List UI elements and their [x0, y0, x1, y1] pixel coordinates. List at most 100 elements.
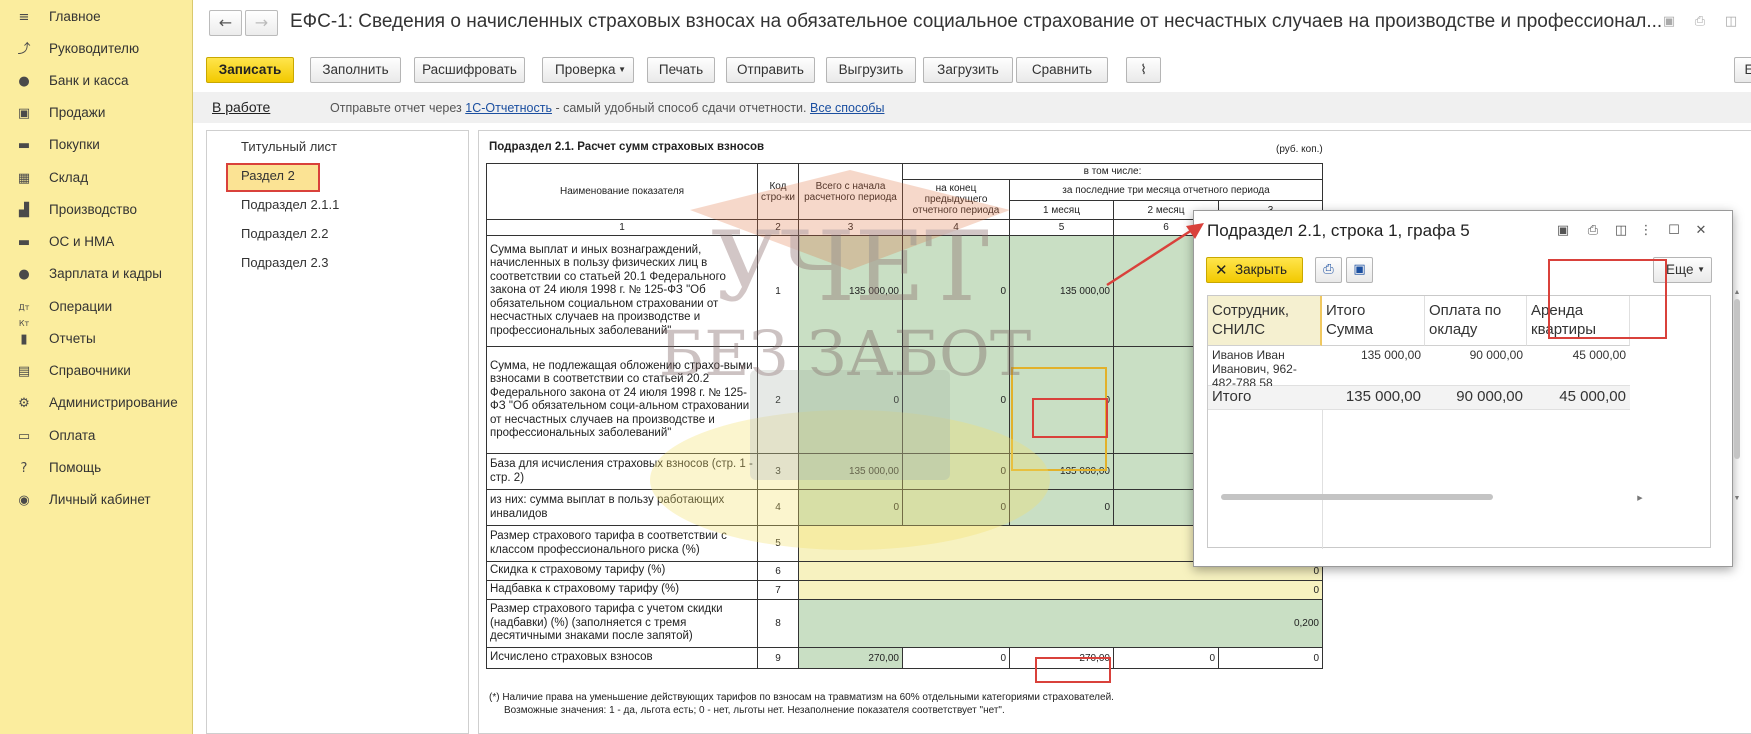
col-number: 5	[1009, 219, 1114, 236]
info-bar: В работе Отправьте отчет через 1С-Отчетн…	[193, 92, 1751, 123]
save-icon[interactable]: ▣	[1554, 223, 1572, 241]
fill-button[interactable]: Заполнить	[310, 57, 401, 83]
save-file-button[interactable]: ▣	[1346, 257, 1373, 283]
sidebar-item-account[interactable]: ◉ Личный кабинет	[0, 486, 193, 516]
maximize-icon[interactable]: ☐	[1665, 223, 1683, 241]
horizontal-scrollbar[interactable]: ▶	[1217, 493, 1644, 501]
print-button[interactable]: ⎙	[1315, 257, 1342, 283]
upload-button[interactable]: Выгрузить	[826, 57, 916, 83]
decode-button[interactable]: Расшифровать	[414, 57, 525, 83]
col-salary-header[interactable]: Оплата по окладу	[1425, 296, 1527, 346]
forward-button[interactable]: →	[245, 10, 278, 36]
row-name: База для исчисления страховых взносов (с…	[486, 453, 758, 490]
more-toolbar-button[interactable]: Е	[1734, 57, 1751, 83]
cell-value[interactable]: 0	[902, 647, 1010, 669]
save-button[interactable]: Записать	[206, 57, 294, 83]
cell-value[interactable]: 0	[1113, 647, 1219, 669]
sidebar-item-operations[interactable]: Дт Кт Операции	[0, 293, 193, 328]
back-button[interactable]: ←	[209, 10, 242, 36]
status-link[interactable]: В работе	[212, 99, 270, 115]
print-icon[interactable]: ⎙	[1692, 14, 1708, 30]
sidebar-item-sales[interactable]: ▣ Продажи	[0, 99, 193, 129]
col-employee-header[interactable]: Сотрудник, СНИЛС	[1208, 296, 1322, 346]
cell-value[interactable]: 0	[902, 235, 1010, 347]
sidebar-item-production[interactable]: ▟ Производство	[0, 196, 193, 226]
tree-item-subsection-2-3[interactable]: Подраздел 2.3	[241, 255, 329, 270]
sidebar-item-bank[interactable]: ● Банк и касса	[0, 67, 193, 97]
sidebar-item-warehouse[interactable]: ▦ Склад	[0, 164, 193, 194]
rent-cell: 45 000,00	[1572, 348, 1626, 362]
row-code: 6	[757, 561, 799, 581]
sidebar-item-catalogs[interactable]: ▤ Справочники	[0, 357, 193, 387]
tree-item-subsection-2-2[interactable]: Подраздел 2.2	[241, 226, 329, 241]
1c-reporting-link[interactable]: 1С-Отчетность	[465, 101, 552, 115]
totals-rent: 45 000,00	[1559, 388, 1626, 405]
col-number: 3	[798, 219, 903, 236]
tree-item-subsection-2-1-1[interactable]: Подраздел 2.1.1	[241, 197, 339, 212]
cell-value[interactable]: 0	[798, 489, 903, 526]
more-vert-icon[interactable]: ⋮	[1637, 223, 1655, 241]
attach-button[interactable]: ⌇	[1126, 57, 1161, 83]
cell-value[interactable]: 0	[798, 346, 903, 454]
sidebar-item-main[interactable]: ≡ Главное	[0, 3, 193, 33]
cell-value[interactable]: 135 000,00	[1009, 235, 1114, 347]
all-methods-link[interactable]: Все способы	[810, 101, 884, 115]
send-button[interactable]: Отправить	[726, 57, 815, 83]
sidebar-item-help[interactable]: ? Помощь	[0, 454, 193, 484]
row-code: 5	[757, 525, 799, 562]
save-icon[interactable]: ▣	[1661, 14, 1677, 30]
totals-label: Итого	[1212, 388, 1252, 405]
cell-value[interactable]: 270,00	[798, 647, 903, 669]
table-row[interactable]: Иванов Иван Иванович, 962-482-788 58 135…	[1208, 346, 1630, 390]
totals-total: 135 000,00	[1345, 388, 1421, 405]
cell-value[interactable]: 0	[902, 453, 1010, 490]
load-button[interactable]: Загрузить	[923, 57, 1013, 83]
tree-item-title-page[interactable]: Титульный лист	[241, 139, 337, 154]
sidebar-item-purchases[interactable]: ▬ Покупки	[0, 131, 193, 161]
check-dropdown[interactable]: Проверка ▼	[542, 57, 634, 83]
cell-value[interactable]: 0	[902, 489, 1010, 526]
cell-value[interactable]: 0,200	[798, 599, 1323, 648]
row-name: Сумма выплат и иных вознаграждений, начи…	[486, 235, 758, 347]
cell-value[interactable]: 135 000,00	[798, 235, 903, 347]
preview-icon[interactable]: ◫	[1612, 223, 1630, 241]
page-title: ЕФС-1: Сведения о начисленных страховых …	[290, 11, 1663, 32]
row-name: из них: сумма выплат в пользу работающих…	[486, 489, 758, 526]
close-icon[interactable]: ✕	[1692, 223, 1710, 241]
cell-value[interactable]: 0	[1218, 647, 1323, 669]
floppy-icon: ▣	[1353, 262, 1366, 277]
highlight-box	[1548, 259, 1667, 339]
vertical-scrollbar[interactable]: ▲ ▼	[1732, 287, 1742, 502]
sidebar-item-salary[interactable]: ● Зарплата и кадры	[0, 260, 193, 290]
sidebar-item-reports[interactable]: ▮ Отчеты	[0, 325, 193, 355]
close-button[interactable]: ✕ Закрыть	[1206, 257, 1303, 283]
menu-icon: ≡	[18, 10, 30, 25]
table-row: Надбавка к страховому тарифу (%) 7 0	[486, 580, 1323, 600]
cell-value[interactable]: 0	[902, 346, 1010, 454]
tree-item-section-2[interactable]: Раздел 2	[241, 168, 295, 183]
factory-icon: ▟	[19, 203, 29, 218]
grid-icon: ▦	[17, 171, 31, 186]
col-total-header[interactable]: Итого Сумма	[1322, 296, 1425, 346]
compare-button[interactable]: Сравнить	[1016, 57, 1108, 83]
sidebar-item-payment[interactable]: ▭ Оплата	[0, 422, 193, 452]
cell-value[interactable]: 0	[1009, 489, 1114, 526]
cell-value[interactable]: 0	[798, 580, 1323, 600]
print-icon[interactable]: ⎙	[1584, 223, 1602, 241]
row-code: 7	[757, 580, 799, 600]
sidebar-item-manager[interactable]: ⤴ Руководителю	[0, 35, 193, 65]
header-code: Код стро-ки	[757, 163, 799, 220]
app-window: ≡ Главное ⤴ Руководителю ● Банк и касса ▣ Пр…	[0, 0, 1751, 734]
table-row: Размер страхового тарифа с учетом скидки…	[486, 599, 1323, 648]
chevron-down-icon: ▼	[1697, 265, 1705, 274]
row-code: 2	[757, 346, 799, 454]
header-total: Всего с начала расчетного периода	[798, 163, 903, 220]
wallet-icon: ▭	[17, 429, 31, 444]
sidebar-item-fixed-assets[interactable]: ▬ ОС и НМА	[0, 228, 193, 258]
print-button[interactable]: Печать	[647, 57, 715, 83]
svg-text:▶: ▶	[1637, 495, 1643, 501]
preview-icon[interactable]: ◫	[1723, 14, 1739, 30]
cell-value[interactable]: 135 000,00	[798, 453, 903, 490]
sidebar-item-admin[interactable]: ⚙ Администрирование	[0, 389, 193, 419]
account-icon: ◉	[18, 493, 30, 508]
